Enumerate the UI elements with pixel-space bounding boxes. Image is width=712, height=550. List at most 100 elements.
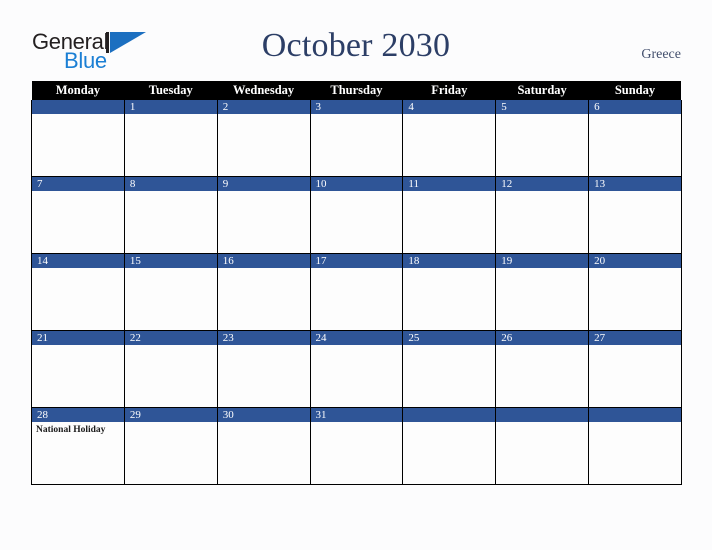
day-event-area (589, 191, 681, 253)
weekday-header-thursday: Thursday (310, 81, 403, 100)
day-number: 10 (310, 177, 403, 191)
day-number: 4 (403, 100, 496, 114)
day-event-area (403, 268, 495, 330)
weekday-header-monday: Monday (31, 81, 125, 100)
day-event-area (496, 422, 588, 484)
day-number: 18 (403, 254, 496, 268)
calendar-day-cell[interactable]: 19 (495, 253, 590, 331)
calendar-day-cell[interactable]: 23 (216, 330, 311, 408)
calendar-day-cell[interactable]: 4 (402, 100, 497, 177)
calendar-day-cell[interactable]: 28 National Holiday (31, 407, 125, 485)
calendar-day-cell[interactable]: 12 (495, 176, 590, 254)
day-event-area (496, 114, 588, 176)
day-number (496, 408, 589, 422)
calendar-day-cell[interactable]: 21 (31, 330, 125, 408)
calendar-day-cell[interactable]: 27 (588, 330, 682, 408)
day-event-area (125, 268, 217, 330)
calendar-day-cell[interactable]: 30 (216, 407, 311, 485)
day-event-area (125, 114, 217, 176)
day-event-area (125, 191, 217, 253)
calendar-week-row: 7 8 9 10 11 12 13 (31, 176, 682, 254)
day-event-area (589, 268, 681, 330)
day-number: 7 (32, 177, 124, 191)
calendar-day-cell[interactable]: 15 (123, 253, 218, 331)
day-event-area (125, 345, 217, 407)
calendar-body: 1 2 3 4 5 6 7 8 9 10 11 12 13 14 15 16 17 18 19 20 21 22 23 24 2… (31, 100, 682, 485)
calendar-day-cell[interactable]: 25 (402, 330, 497, 408)
day-number: 15 (124, 254, 217, 268)
calendar-grid: Monday Tuesday Wednesday Thursday Friday… (31, 81, 682, 485)
day-number: 26 (496, 331, 589, 345)
calendar-day-cell[interactable]: 10 (309, 176, 404, 254)
day-number: 29 (124, 408, 217, 422)
calendar-day-cell[interactable]: 16 (216, 253, 311, 331)
calendar-day-cell[interactable]: 20 (588, 253, 682, 331)
day-event-area (218, 422, 310, 484)
calendar-day-cell[interactable]: 22 (123, 330, 218, 408)
calendar-day-cell[interactable]: 8 (123, 176, 218, 254)
calendar-week-row: 123456 (31, 100, 682, 177)
calendar-day-cell[interactable]: 13 (588, 176, 682, 254)
calendar-empty-cell[interactable] (402, 407, 497, 485)
day-number: 22 (124, 331, 217, 345)
day-event-area (403, 345, 495, 407)
calendar-day-cell[interactable]: 31 (309, 407, 404, 485)
calendar-empty-cell[interactable] (31, 100, 125, 177)
day-number: 9 (217, 177, 310, 191)
day-number: 5 (496, 100, 589, 114)
day-event-area (218, 268, 310, 330)
weekday-header-wednesday: Wednesday (217, 81, 311, 100)
weekday-header-saturday: Saturday (495, 81, 589, 100)
day-number: 31 (310, 408, 403, 422)
calendar-day-cell[interactable]: 7 (31, 176, 125, 254)
day-number: 19 (496, 254, 589, 268)
day-event-area (589, 345, 681, 407)
day-event-area (311, 114, 403, 176)
day-number: 21 (32, 331, 124, 345)
day-number: 12 (496, 177, 589, 191)
day-event-area (496, 345, 588, 407)
calendar-day-cell[interactable]: 24 (309, 330, 404, 408)
calendar-day-cell[interactable]: 17 (309, 253, 404, 331)
day-event-area (218, 114, 310, 176)
day-number: 25 (403, 331, 496, 345)
calendar-week-row: 28 National Holiday 29 30 31 (31, 407, 682, 485)
day-event-area (311, 191, 403, 253)
page-header: General Blue October 2030 Greece (0, 0, 712, 80)
calendar-day-cell[interactable]: 29 (123, 407, 218, 485)
calendar-day-cell[interactable]: 5 (495, 100, 590, 177)
day-number: 11 (403, 177, 496, 191)
day-number: 1 (124, 100, 217, 114)
day-event-area (403, 114, 495, 176)
calendar-day-cell[interactable]: 26 (495, 330, 590, 408)
calendar-week-row: 14 15 16 17 18 19 20 (31, 253, 682, 331)
weekday-header-sunday: Sunday (588, 81, 682, 100)
calendar-day-cell[interactable]: 2 (216, 100, 311, 177)
day-event-area (32, 191, 124, 253)
weekday-header-row: Monday Tuesday Wednesday Thursday Friday… (31, 81, 682, 100)
day-number: 30 (217, 408, 310, 422)
day-number: 27 (589, 331, 681, 345)
calendar-day-cell[interactable]: 14 (31, 253, 125, 331)
day-number: 13 (589, 177, 681, 191)
day-number: 14 (32, 254, 124, 268)
calendar-empty-cell[interactable] (588, 407, 682, 485)
weekday-header-tuesday: Tuesday (124, 81, 218, 100)
day-event-area (589, 422, 681, 484)
day-number (403, 408, 496, 422)
day-event-area (311, 422, 403, 484)
calendar-day-cell[interactable]: 9 (216, 176, 311, 254)
day-number: 16 (217, 254, 310, 268)
day-event-area (218, 191, 310, 253)
day-event-area (32, 268, 124, 330)
weekday-header-friday: Friday (402, 81, 496, 100)
calendar-day-cell[interactable]: 18 (402, 253, 497, 331)
calendar-empty-cell[interactable] (495, 407, 590, 485)
calendar-day-cell[interactable]: 1 (123, 100, 218, 177)
day-event-area (125, 422, 217, 484)
day-number: 28 (32, 408, 124, 422)
day-event-area (218, 345, 310, 407)
calendar-day-cell[interactable]: 6 (588, 100, 682, 177)
calendar-day-cell[interactable]: 3 (309, 100, 404, 177)
calendar-day-cell[interactable]: 11 (402, 176, 497, 254)
